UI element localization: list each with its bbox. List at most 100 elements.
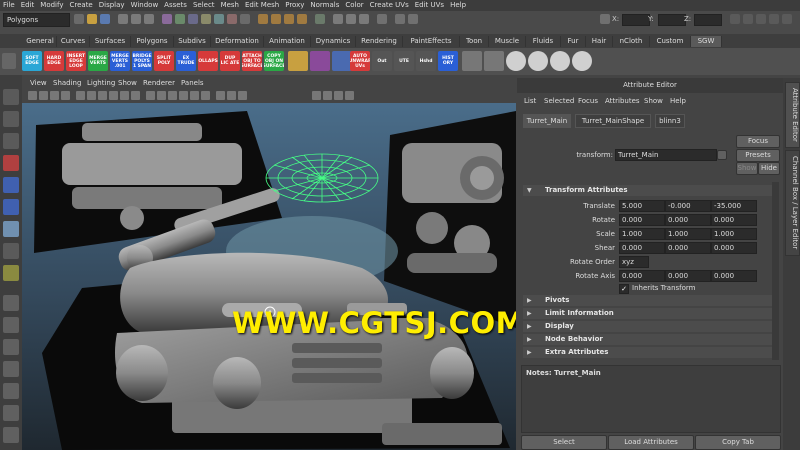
ae-tab-turret-mainshape[interactable]: Turret_MainShape <box>575 114 651 128</box>
shelf-tab-muscle[interactable]: Muscle <box>489 36 526 47</box>
shelf-tab-ncloth[interactable]: nCloth <box>613 36 650 47</box>
shelf-tab-fluids[interactable]: Fluids <box>526 36 561 47</box>
copy-tab-button[interactable]: Copy Tab <box>695 435 781 450</box>
shelf-button-bridge-polys[interactable]: BRIDGE POLYS 1 SPAN <box>132 51 152 71</box>
ae-menu-focus[interactable]: Focus <box>578 97 598 105</box>
hypershade-layout-icon[interactable] <box>3 405 19 421</box>
grid-icon[interactable] <box>76 91 85 100</box>
viewport-menu-show[interactable]: Show <box>118 78 137 89</box>
paint-select-tool-icon[interactable] <box>3 133 19 149</box>
inherits-transform-checkbox[interactable]: ✓ <box>619 284 629 294</box>
rotate-z-field[interactable]: 0.000 <box>711 214 757 226</box>
smooth-shade-icon[interactable] <box>157 91 166 100</box>
target-scatter-icon[interactable] <box>550 51 570 71</box>
highlight-selection-icon[interactable] <box>408 14 418 24</box>
film-gate-icon[interactable] <box>87 91 96 100</box>
shelf-button-copy-obj[interactable]: COPY OBJ ON SURFACE <box>264 51 284 71</box>
viewport-menu-panels[interactable]: Panels <box>181 78 204 89</box>
section-display[interactable]: ▶ Display <box>523 321 773 332</box>
target-weld-icon[interactable] <box>506 51 526 71</box>
menu-edit-mesh[interactable]: Edit Mesh <box>242 0 282 11</box>
translate-y-field[interactable]: -0.000 <box>665 200 711 212</box>
translate-z-field[interactable]: -35.000 <box>711 200 757 212</box>
shelf-button-auto-unwrap-uvs[interactable]: AUTO UNWRAP UVs <box>350 51 370 71</box>
shelf-tab-sgw[interactable]: SGW <box>691 36 722 47</box>
ae-menu-list[interactable]: List <box>524 97 536 105</box>
isolate-select-icon[interactable] <box>227 91 236 100</box>
hud-icon[interactable] <box>312 91 321 100</box>
lasso-tool-icon[interactable] <box>3 111 19 127</box>
save-scene-icon[interactable] <box>100 14 110 24</box>
image-plane-icon[interactable] <box>61 91 70 100</box>
gate-mask-icon[interactable] <box>109 91 118 100</box>
backface-icon[interactable] <box>238 91 247 100</box>
input-line-icon[interactable] <box>377 14 387 24</box>
graph-layout-icon[interactable] <box>3 383 19 399</box>
toggle-panel-icon[interactable] <box>782 14 792 24</box>
select-hierarchy-icon[interactable] <box>118 14 128 24</box>
shelf-tab-hair[interactable]: Hair <box>586 36 613 47</box>
selection-mask-icon[interactable] <box>175 14 185 24</box>
shelf-button-hshd[interactable]: Hshd <box>416 51 436 71</box>
menu-file[interactable]: File <box>0 0 18 11</box>
shelf-tab-deformation[interactable]: Deformation <box>211 36 264 47</box>
script-layout-icon[interactable] <box>3 427 19 443</box>
single-pane-layout-icon[interactable] <box>3 295 19 311</box>
attribute-editor-side-tab[interactable]: Attribute Editor <box>785 82 800 148</box>
menu-edit[interactable]: Edit <box>18 0 38 11</box>
shelf-button-out[interactable]: Out <box>372 51 392 71</box>
construction-history-icon[interactable] <box>315 14 325 24</box>
hud-icon[interactable] <box>323 91 332 100</box>
snap-curve-icon[interactable] <box>271 14 281 24</box>
select-object-icon[interactable] <box>131 14 141 24</box>
shelf-button-merge-verts-001[interactable]: MERGE VERTS .001 <box>110 51 130 71</box>
shelf-tab-toon[interactable]: Toon <box>460 36 489 47</box>
menu-normals[interactable]: Normals <box>307 0 342 11</box>
xray-icon[interactable] <box>216 91 225 100</box>
ae-tab-turret-main[interactable]: Turret_Main <box>523 114 571 128</box>
render-settings-icon[interactable] <box>359 14 369 24</box>
menu-create[interactable]: Create <box>66 0 95 11</box>
shelf-button-ute[interactable]: UTE <box>394 51 414 71</box>
textured-icon[interactable] <box>179 91 188 100</box>
deformer-icon[interactable] <box>240 14 250 24</box>
shelf-button-duplicate[interactable]: DUP LIC ATE <box>220 51 240 71</box>
x-field[interactable] <box>622 14 650 26</box>
translate-x-field[interactable]: 5.000 <box>619 200 665 212</box>
resolution-gate-icon[interactable] <box>98 91 107 100</box>
field-chart-icon[interactable] <box>120 91 129 100</box>
shelf-tab-curves[interactable]: Curves <box>57 36 90 47</box>
shelf-tab-dynamics[interactable]: Dynamics <box>311 36 356 47</box>
rotate-tool-icon[interactable] <box>3 177 19 193</box>
snap-plane-icon[interactable] <box>297 14 307 24</box>
new-scene-icon[interactable] <box>74 14 84 24</box>
ae-menu-attributes[interactable]: Attributes <box>605 97 640 105</box>
ae-tab-blinn3[interactable]: blinn3 <box>655 114 685 128</box>
shelf-tab-polygons[interactable]: Polygons <box>131 36 174 47</box>
shelf-button-hard-edge[interactable]: HARD EDGE <box>44 51 64 71</box>
ae-menu-selected[interactable]: Selected <box>544 97 574 105</box>
hide-button[interactable]: Hide <box>758 162 780 175</box>
shelf-tab-custom[interactable]: Custom <box>650 36 691 47</box>
channel-box-side-tab[interactable]: Channel Box / Layer Editor <box>785 150 800 256</box>
surface-icon[interactable] <box>227 14 237 24</box>
wrench-icon[interactable] <box>288 51 308 71</box>
load-attributes-button[interactable]: Load Attributes <box>608 435 694 450</box>
viewport-menu-lighting[interactable]: Lighting <box>87 78 115 89</box>
target-center-icon[interactable] <box>528 51 548 71</box>
section-transform-attributes[interactable]: ▼ Transform Attributes <box>523 185 773 196</box>
notes-area[interactable]: Notes: Turret_Main <box>521 365 781 433</box>
wireframe-on-shaded-icon[interactable] <box>168 91 177 100</box>
transform-name-field[interactable]: Turret_Main <box>615 149 717 161</box>
menu-edit-uvs[interactable]: Edit UVs <box>412 0 447 11</box>
camera-attr-icon[interactable] <box>39 91 48 100</box>
pivot-tool-icon[interactable] <box>462 51 482 71</box>
shelf-tab-animation[interactable]: Animation <box>264 36 311 47</box>
menu-window[interactable]: Window <box>128 0 162 11</box>
safe-action-icon[interactable] <box>131 91 140 100</box>
show-button[interactable]: Show <box>736 162 758 175</box>
3d-viewport[interactable]: WWW.CGTSJ.COM <box>22 103 516 450</box>
hud-icon[interactable] <box>334 91 343 100</box>
mask-icon[interactable] <box>162 14 172 24</box>
section-pivots[interactable]: ▶ Pivots <box>523 295 773 306</box>
